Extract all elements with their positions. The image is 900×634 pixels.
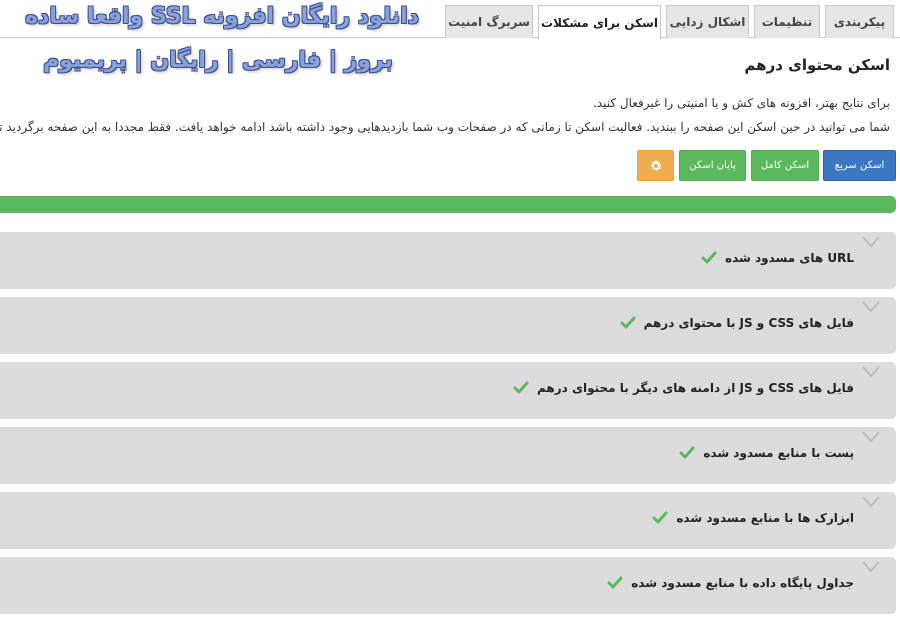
panel-title: پست با منابع مسدود شده — [703, 446, 854, 460]
panel-title: فایل های CSS و JS با محتوای درهم — [643, 316, 854, 330]
chevron-down-icon[interactable] — [862, 431, 880, 443]
panel-title: فایل های CSS و JS از دامنه های دیگر با م… — [537, 381, 854, 395]
gear-icon — [650, 160, 661, 171]
panel-title: جداول پایگاه داده با منابع مسدود شده — [631, 576, 854, 590]
check-icon — [513, 381, 529, 394]
panel-title: URL های مسدود شده — [724, 251, 854, 265]
description-text-2: شما می توانید در حین اسکن این صفحه را بب… — [0, 120, 890, 134]
settings-button[interactable] — [637, 150, 674, 181]
end-scan-button[interactable]: پایان اسکن — [679, 150, 746, 181]
chevron-down-icon[interactable] — [862, 236, 880, 248]
tab-security-headers[interactable]: سربرگ امنیت — [445, 5, 533, 38]
description-text-1: برای نتایج بهتر، افزونه های کش و یا امنی… — [592, 96, 890, 110]
panel-row: جداول پایگاه داده با منابع مسدود شده — [607, 576, 854, 590]
panel-db-tables-blocked-resources[interactable]: جداول پایگاه داده با منابع مسدود شده — [0, 557, 896, 614]
watermark-banner-line1: دانلود رایگان افزونه SSL واقعا ساده — [25, 4, 419, 29]
check-icon — [679, 446, 695, 459]
check-icon — [620, 316, 636, 329]
panel-css-js-other-domains[interactable]: فایل های CSS و JS از دامنه های دیگر با م… — [0, 362, 896, 419]
check-icon — [607, 576, 623, 589]
panel-row: فایل های CSS و JS از دامنه های دیگر با م… — [513, 381, 854, 395]
panel-posts-blocked-resources[interactable]: پست با منابع مسدود شده — [0, 427, 896, 484]
chevron-down-icon[interactable] — [862, 561, 880, 573]
tab-scan-for-issues[interactable]: اسکن برای مشکلات — [538, 5, 661, 39]
panel-row: ابزارک ها با منابع مسدود شده — [652, 511, 854, 525]
panel-row: URL های مسدود شده — [701, 251, 854, 265]
quick-scan-button[interactable]: اسکن سریع — [823, 150, 896, 181]
tab-configuration[interactable]: پیکربندی — [825, 5, 894, 38]
panel-widgets-blocked-resources[interactable]: ابزارک ها با منابع مسدود شده — [0, 492, 896, 549]
tab-settings[interactable]: تنظیمات — [754, 5, 820, 38]
chevron-down-icon[interactable] — [862, 301, 880, 313]
check-icon — [701, 251, 717, 264]
panel-blocked-urls[interactable]: URL های مسدود شده — [0, 232, 896, 289]
full-scan-button[interactable]: اسکن کامل — [751, 150, 819, 181]
panel-row: پست با منابع مسدود شده — [679, 446, 854, 460]
panel-title: ابزارک ها با منابع مسدود شده — [676, 511, 854, 525]
panel-row: فایل های CSS و JS با محتوای درهم — [620, 316, 854, 330]
chevron-down-icon[interactable] — [862, 496, 880, 508]
scan-progress-bar — [0, 196, 896, 213]
page-title: اسکن محتوای درهم — [744, 56, 890, 74]
tab-debugging[interactable]: اشکال زدایی — [666, 5, 749, 38]
panel-css-js-mixed-content[interactable]: فایل های CSS و JS با محتوای درهم — [0, 297, 896, 354]
chevron-down-icon[interactable] — [862, 366, 880, 378]
scan-progress-fill — [0, 196, 896, 213]
watermark-banner-line2: بروز | فارسی | رایگان | پریمیوم — [43, 48, 393, 73]
check-icon — [652, 511, 668, 524]
